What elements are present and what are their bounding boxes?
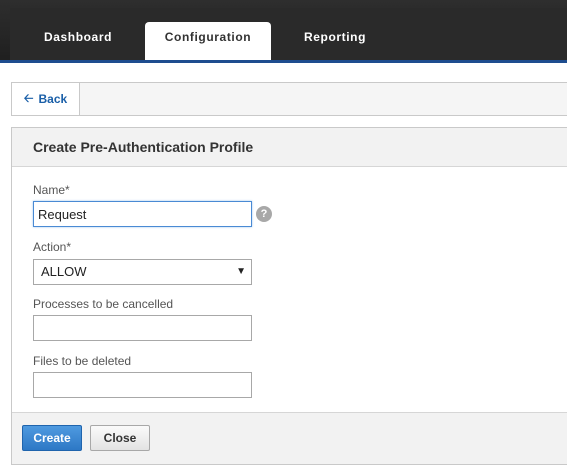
tab-dashboard[interactable]: Dashboard: [34, 22, 122, 60]
name-label: Name*: [33, 183, 70, 197]
name-field[interactable]: [33, 201, 252, 227]
top-navigation-bar: Dashboard Configuration Reporting: [0, 0, 567, 62]
close-button[interactable]: Close: [90, 425, 150, 451]
processes-field[interactable]: [33, 315, 252, 341]
back-arrow-icon: 🡠: [23, 90, 34, 105]
tab-configuration[interactable]: Configuration: [145, 22, 271, 62]
back-button-label: Back: [38, 92, 68, 106]
files-label: Files to be deleted: [33, 354, 132, 368]
create-button[interactable]: Create: [22, 425, 82, 451]
action-select[interactable]: ALLOW ▼: [33, 259, 252, 285]
action-selected-value: ALLOW: [41, 264, 87, 279]
back-button[interactable]: 🡠 Back: [12, 83, 80, 115]
panel-title: Create Pre-Authentication Profile: [12, 128, 567, 167]
help-icon[interactable]: ?: [256, 206, 272, 222]
dropdown-arrow-icon: ▼: [236, 266, 246, 277]
processes-label: Processes to be cancelled: [33, 297, 174, 311]
nav-accent-line: [0, 60, 567, 63]
back-toolbar: 🡠 Back: [11, 82, 567, 116]
tab-reporting[interactable]: Reporting: [292, 22, 378, 60]
files-field[interactable]: [33, 372, 252, 398]
create-profile-panel: Create Pre-Authentication Profile Name* …: [11, 127, 567, 465]
action-label: Action*: [33, 240, 72, 254]
panel-footer: Create Close: [12, 412, 567, 464]
